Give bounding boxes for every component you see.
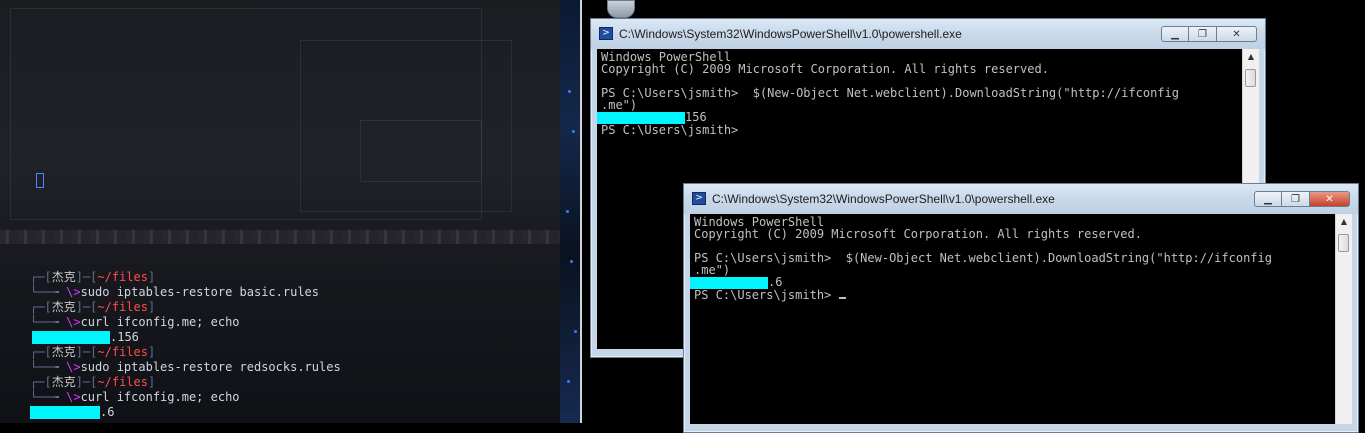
close-button[interactable]: ✕: [1310, 191, 1350, 207]
minimize-button[interactable]: ▁: [1161, 26, 1189, 42]
command-line: └──╼ \>sudo iptables-restore basic.rules: [30, 285, 341, 300]
recycle-bin-icon[interactable]: [607, 0, 635, 18]
powershell-icon: >: [692, 192, 706, 205]
command-text: curl ifconfig.me; echo: [80, 315, 240, 329]
prompt-user: 杰克: [51, 345, 76, 359]
text-cursor: [838, 296, 846, 299]
scroll-thumb[interactable]: [1245, 69, 1256, 87]
console-line: PS C:\Users\jsmith> $(New-Object Net.web…: [694, 251, 1272, 265]
prompt-line: ┌─[杰克]─[~/files]: [30, 375, 341, 390]
maximize-button[interactable]: ❐: [1189, 26, 1217, 42]
console-text: Windows PowerShell Copyright (C) 2009 Mi…: [597, 51, 1179, 137]
background-lights: [560, 0, 580, 423]
prompt-path: ~/files: [97, 300, 148, 314]
window-title: C:\Windows\System32\WindowsPowerShell\v1…: [712, 192, 1055, 206]
scroll-up-icon[interactable]: ▲: [1243, 49, 1259, 65]
prompt-arrow: \>: [66, 285, 81, 299]
command-text: sudo iptables-restore basic.rules: [80, 285, 319, 299]
console-line: .me"): [694, 263, 731, 277]
console-text: Windows PowerShell Copyright (C) 2009 Mi…: [690, 216, 1272, 302]
tree-glyph: └──╼: [30, 360, 67, 374]
scrollbar[interactable]: ▲: [1335, 214, 1352, 424]
output-line: .6: [30, 405, 341, 420]
tree-glyph: ┌─[: [30, 270, 52, 284]
minimize-button[interactable]: ▁: [1254, 191, 1282, 207]
linux-terminal: ┌─[杰克]─[~/files] └──╼ \>sudo iptables-re…: [0, 0, 580, 423]
command-line: └──╼ \>curl ifconfig.me; echo: [30, 315, 341, 330]
prompt-arrow: \>: [66, 315, 81, 329]
tree-glyph: ]─[: [75, 300, 98, 314]
cursor-box: [36, 173, 44, 188]
tree-glyph: ]: [147, 270, 156, 284]
tree-glyph: ]: [147, 300, 156, 314]
powershell-icon: >: [599, 27, 613, 40]
title-bar[interactable]: > C:\Windows\System32\WindowsPowerShell\…: [591, 19, 1265, 49]
prompt-user: 杰克: [51, 300, 76, 314]
console-area[interactable]: Windows PowerShell Copyright (C) 2009 Mi…: [690, 214, 1336, 424]
prompt-arrow: \>: [66, 360, 81, 374]
console-line: PS C:\Users\jsmith>: [694, 287, 839, 302]
tree-glyph: └──╼: [30, 315, 67, 329]
background-strip: [0, 230, 580, 244]
prompt-path: ~/files: [97, 345, 148, 359]
output-line: .156: [30, 330, 341, 345]
tree-glyph: ┌─[: [30, 345, 52, 359]
powershell-window-front[interactable]: > C:\Windows\System32\WindowsPowerShell\…: [683, 183, 1359, 433]
close-button[interactable]: ✕: [1217, 26, 1257, 42]
window-title: C:\Windows\System32\WindowsPowerShell\v1…: [619, 27, 962, 41]
console-line: Copyright (C) 2009 Microsoft Corporation…: [694, 227, 1142, 241]
console-line: .me"): [601, 98, 638, 112]
prompt-arrow: \>: [66, 390, 81, 404]
prompt-path: ~/files: [97, 270, 148, 284]
scroll-up-icon[interactable]: ▲: [1336, 214, 1352, 230]
command-line: └──╼ \>sudo iptables-restore redsocks.ru…: [30, 360, 341, 375]
redacted-ip: [30, 406, 100, 419]
prompt-line: ┌─[杰克]─[~/files]: [30, 300, 341, 315]
prompt-path: ~/files: [97, 375, 148, 389]
tree-glyph: ┌─[: [30, 300, 52, 314]
scroll-thumb[interactable]: [1338, 234, 1349, 252]
command-text: sudo iptables-restore redsocks.rules: [80, 360, 341, 374]
console-line: Copyright (C) 2009 Microsoft Corporation…: [601, 62, 1049, 76]
background-panel: [360, 120, 482, 182]
prompt-user: 杰克: [51, 270, 76, 284]
prompt-user: 杰克: [51, 375, 76, 389]
tree-glyph: ┌─[: [30, 375, 52, 389]
tree-glyph: ]─[: [75, 375, 98, 389]
prompt-line: ┌─[杰克]─[~/files]: [30, 345, 341, 360]
tree-glyph: └──╼: [30, 285, 67, 299]
tree-glyph: └──╼: [30, 390, 67, 404]
command-text: curl ifconfig.me; echo: [80, 390, 240, 404]
console-line: PS C:\Users\jsmith>: [601, 122, 739, 137]
command-line: └──╼ \>curl ifconfig.me; echo: [30, 390, 341, 405]
redacted-ip: [32, 331, 110, 344]
ip-suffix: .156: [110, 330, 139, 344]
tree-glyph: ]: [147, 375, 156, 389]
prompt-line: ┌─[杰克]─[~/files]: [30, 270, 341, 285]
maximize-button[interactable]: ❐: [1282, 191, 1310, 207]
screen-divider: [580, 0, 582, 423]
tree-glyph: ]: [147, 345, 156, 359]
terminal-output: ┌─[杰克]─[~/files] └──╼ \>sudo iptables-re…: [30, 270, 341, 420]
tree-glyph: ]─[: [75, 345, 98, 359]
console-line: PS C:\Users\jsmith> $(New-Object Net.web…: [601, 86, 1179, 100]
title-bar[interactable]: > C:\Windows\System32\WindowsPowerShell\…: [684, 184, 1358, 214]
ip-suffix: .6: [100, 405, 115, 419]
tree-glyph: ]─[: [75, 270, 98, 284]
